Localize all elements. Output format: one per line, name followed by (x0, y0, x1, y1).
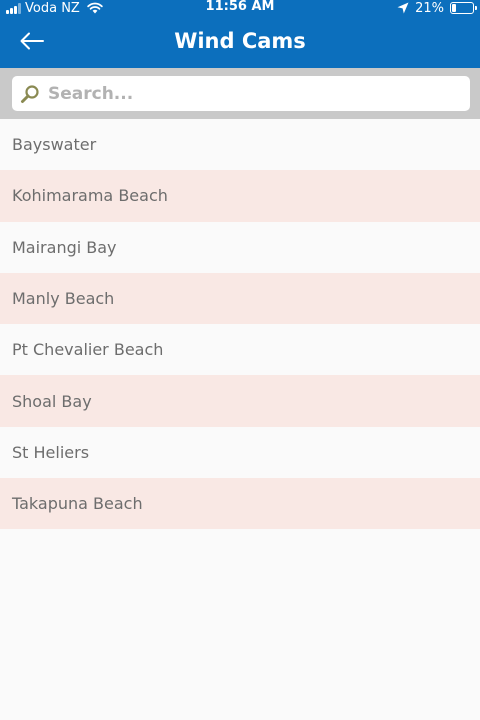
list-item[interactable]: Shoal Bay (0, 375, 480, 427)
list-item-label: St Heliers (12, 442, 90, 462)
list-item[interactable]: Manly Beach (0, 272, 480, 325)
list-item-label: Mairangi Bay (12, 237, 117, 257)
page-title: Wind Cams (174, 29, 306, 53)
location-arrow-icon (397, 2, 409, 14)
search-box[interactable] (12, 76, 470, 111)
list-item-label: Shoal Bay (12, 391, 92, 411)
list-item[interactable]: Bayswater (0, 119, 480, 171)
battery-percentage: 21% (415, 0, 444, 16)
status-bar: Voda NZ 11:56 AM 21% (0, 0, 480, 16)
list-item-label: Bayswater (12, 135, 97, 155)
list-item[interactable]: Pt Chevalier Beach (0, 324, 480, 376)
list-item-label: Pt Chevalier Beach (12, 340, 164, 360)
status-right: 21% (397, 0, 477, 16)
list-item-label: Takapuna Beach (12, 494, 143, 514)
app-screen: Voda NZ 11:56 AM 21% Wind Cams Search...… (0, 0, 480, 720)
search-bar (0, 68, 480, 119)
search-icon (21, 84, 39, 103)
list-item[interactable]: St Heliers (0, 426, 480, 479)
list-item-label: Manly Beach (12, 289, 115, 309)
list-item-label: Kohimarama Beach (12, 186, 168, 206)
list-item[interactable]: Takapuna Beach (0, 478, 480, 530)
location-list: Bayswater Kohimarama Beach Mairangi Bay Man… (0, 119, 480, 530)
search-input[interactable] (48, 78, 448, 109)
battery-fill (452, 4, 456, 12)
battery-icon (450, 2, 477, 14)
list-item[interactable]: Mairangi Bay (0, 221, 480, 273)
nav-bar: Wind Cams (0, 16, 480, 68)
list-item[interactable]: Kohimarama Beach (0, 170, 480, 222)
top-bar: Voda NZ 11:56 AM 21% Wind Cams (0, 0, 480, 68)
